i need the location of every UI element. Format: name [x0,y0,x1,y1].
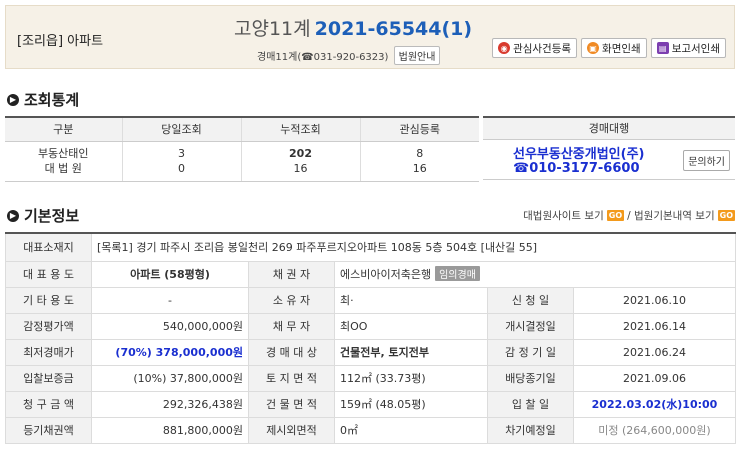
agent-body: 선우부동산중개법인(주) ☎010-3177-6600 문의하기 [483,140,735,180]
info-value: 아파트 (58평형) [91,260,249,288]
section-bullet-icon: ▶ [7,209,19,222]
info-label: 기 타 용 도 [5,286,92,314]
case-header: [조리읍] 아파트 고양11계 2021-65544(1) 경매11계(☎031-… [5,5,735,69]
court-phone: 경매11계(☎031-920-6323) [257,52,389,63]
stats-col-header: 당일조회 [121,116,241,142]
stats-data-row: 부동산태인 대 법 원 30 202 16 8 16 [5,141,479,182]
creditor-value: 에스비아이저축은행 [340,268,432,281]
stats-title-text: 조회통계 [24,91,80,109]
interest-register-label: 관심사건등록 [513,42,572,55]
info-value: 112㎡ (33.73평) [334,364,488,392]
stats-header-row: 구분 당일조회 누적조회 관심등록 [5,116,479,142]
court-guide-button[interactable]: 법원안내 [393,46,441,65]
stats-section-title: ▶ 조회통계 [7,89,79,110]
info-label: 토 지 면 적 [248,364,335,392]
report-icon: ▤ [656,42,669,54]
bid-date-value: 2022.03.02(水)10:00 [573,390,736,418]
go-icon[interactable]: GO [606,210,625,221]
info-row: 대 표 용 도 아파트 (58평형) 채 권 자 에스비아이저축은행 임의경매 [5,260,736,288]
info-label: 개시결정일 [487,312,574,340]
basic-section-title: ▶ 기본정보 [7,205,79,226]
info-value: 최OO [334,312,488,340]
info-value: 2021.06.24 [573,338,736,366]
report-print-button[interactable]: ▤ 보고서인쇄 [650,38,726,58]
print-icon: ▣ [587,42,600,54]
info-label: 입찰보증금 [5,364,92,392]
court-info: 경매11계(☎031-920-6323) 법원안내 [257,46,441,65]
info-label: 대 표 용 도 [5,260,92,288]
info-row: 청 구 금 액 292,326,438원 건 물 면 적 159㎡ (48.05… [5,390,736,418]
court-basic-link[interactable]: / 법원기본내역 보기 [627,208,715,223]
case-title: 고양11계 2021-65544(1) [234,14,472,41]
info-label: 건 물 면 적 [248,390,335,418]
info-value: - [91,286,249,314]
creditor-cell: 에스비아이저축은행 임의경매 [334,260,736,288]
external-links: 대법원사이트 보기 GO / 법원기본내역 보기 GO [523,208,735,223]
info-label: 신 청 일 [487,286,574,314]
report-print-label: 보고서인쇄 [671,42,720,55]
info-label: 채 무 자 [248,312,335,340]
info-label: 채 권 자 [248,260,335,288]
stats-today-cell: 30 [121,141,241,182]
agent-name-link[interactable]: 선우부동산중개법인(주) [513,143,644,162]
section-bullet-icon: ▶ [7,93,19,106]
go-icon[interactable]: GO [717,210,735,221]
info-row: 등기채권액 881,800,000원 제시외면적 0㎡ 차기예정일 미정 (26… [5,416,736,444]
alarm-icon: ◉ [498,42,511,54]
info-label: 배당종기일 [487,364,574,392]
info-label: 입 찰 일 [487,390,574,418]
stats-total-cell: 202 16 [240,141,360,182]
basic-title-text: 기본정보 [24,207,80,225]
info-label: 소 유 자 [248,286,335,314]
auction-type-badge: 임의경매 [435,266,480,281]
info-row: 최저경매가 (70%) 378,000,000원 경 매 대 상 건물전부, 토… [5,338,736,366]
info-row: 입찰보증금 (10%) 37,800,000원 토 지 면 적 112㎡ (33… [5,364,736,392]
info-value: 미정 (264,600,000원) [573,416,736,444]
stats-col-header: 관심등록 [359,116,479,142]
info-label: 청 구 금 액 [5,390,92,418]
info-value: 2021.09.06 [573,364,736,392]
info-value: 2021.06.14 [573,312,736,340]
agent-phone: ☎010-3177-6600 [513,161,640,176]
address-row: 대표소재지 [목록1] 경기 파주시 조리읍 봉일천리 269 파주푸르지오아파… [5,232,736,262]
case-number: 2021-65544(1) [314,18,473,40]
header-actions: ◉ 관심사건등록 ▣ 화면인쇄 ▤ 보고서인쇄 [492,38,726,58]
supreme-court-link[interactable]: 대법원사이트 보기 [523,208,604,223]
info-label: 등기채권액 [5,416,92,444]
screen-print-button[interactable]: ▣ 화면인쇄 [581,38,647,58]
info-label: 감정평가액 [5,312,92,340]
stats-source-cell: 부동산태인 대 법 원 [5,141,122,182]
interest-register-button[interactable]: ◉ 관심사건등록 [492,38,578,58]
inquiry-button[interactable]: 문의하기 [683,150,730,171]
info-label: 최저경매가 [5,338,92,366]
info-value: (10%) 37,800,000원 [91,364,249,392]
info-value: 540,000,000원 [91,312,249,340]
stats-table: 구분 당일조회 누적조회 관심등록 부동산태인 대 법 원 30 202 16 81… [5,116,479,182]
case-court: 고양11계 [234,18,311,40]
stats-interest-cell: 8 16 [359,141,479,182]
info-value: 881,800,000원 [91,416,249,444]
basic-info-table: 대표소재지 [목록1] 경기 파주시 조리읍 봉일천리 269 파주푸르지오아파… [5,232,736,444]
info-label: 차기예정일 [487,416,574,444]
info-value: 건물전부, 토지전부 [334,338,488,366]
min-price-value: (70%) 378,000,000원 [91,338,249,366]
info-value: 최· [334,286,488,314]
stats-col-header: 누적조회 [240,116,360,142]
info-value: 0㎡ [334,416,488,444]
info-row: 감정평가액 540,000,000원 채 무 자 최OO 개시결정일 2021.… [5,312,736,340]
info-value: 159㎡ (48.05평) [334,390,488,418]
stats-col-header: 구분 [5,116,122,142]
info-label: 제시외면적 [248,416,335,444]
info-value: 292,326,438원 [91,390,249,418]
address-value: [목록1] 경기 파주시 조리읍 봉일천리 269 파주푸르지오아파트 108동… [91,232,736,262]
agent-header: 경매대행 [483,116,735,140]
info-value: 2021.06.10 [573,286,736,314]
address-label: 대표소재지 [5,232,92,262]
auction-agent-panel: 경매대행 선우부동산중개법인(주) ☎010-3177-6600 문의하기 [483,116,735,180]
info-row: 기 타 용 도 - 소 유 자 최· 신 청 일 2021.06.10 [5,286,736,314]
info-label: 감 정 기 일 [487,338,574,366]
screen-print-label: 화면인쇄 [602,42,641,55]
info-label: 경 매 대 상 [248,338,335,366]
property-type: [조리읍] 아파트 [17,34,104,49]
